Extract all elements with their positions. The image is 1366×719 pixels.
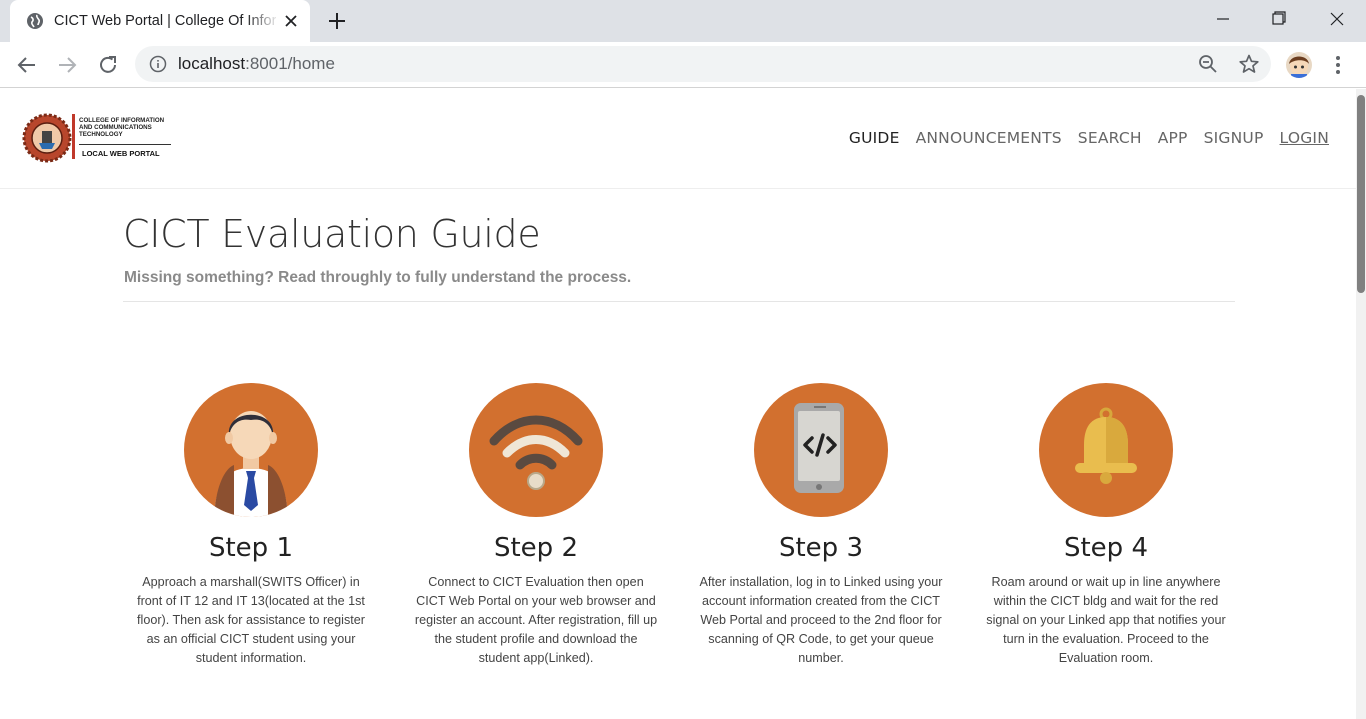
page-content: COLLEGE OF INFORMATION AND COMMUNICATION… bbox=[0, 89, 1356, 719]
scrollbar-thumb[interactable] bbox=[1357, 95, 1365, 293]
logo-text-portal: LOCAL WEB PORTAL bbox=[82, 149, 160, 158]
step-3-circle bbox=[754, 383, 888, 517]
bell-icon bbox=[1075, 407, 1137, 484]
nav-login[interactable]: LOGIN bbox=[1280, 129, 1329, 147]
profile-avatar[interactable] bbox=[1286, 52, 1312, 78]
step-card: Step 3 After installation, log in to Lin… bbox=[691, 383, 951, 668]
phone-code-icon bbox=[794, 403, 844, 493]
minimize-icon[interactable] bbox=[1208, 6, 1238, 32]
url-path: :8001/home bbox=[245, 54, 335, 73]
site-header: COLLEGE OF INFORMATION AND COMMUNICATION… bbox=[0, 89, 1356, 189]
nav-app[interactable]: APP bbox=[1158, 129, 1188, 147]
nav-announcements[interactable]: ANNOUNCEMENTS bbox=[916, 129, 1062, 147]
step-description: After installation, log in to Linked usi… bbox=[699, 575, 943, 665]
logo-text-college: COLLEGE OF INFORMATION AND COMMUNICATION… bbox=[79, 117, 165, 138]
step-card: Step 2 Connect to CICT Evaluation then o… bbox=[406, 383, 666, 668]
nav-search[interactable]: SEARCH bbox=[1078, 129, 1142, 147]
step-title: Step 3 bbox=[778, 533, 863, 563]
kebab-menu-icon[interactable] bbox=[1328, 54, 1348, 76]
step-description: Roam around or wait up in line anywhere … bbox=[986, 575, 1226, 665]
college-seal-icon bbox=[22, 113, 72, 163]
step-title: Step 4 bbox=[1063, 533, 1148, 563]
window-close-icon[interactable] bbox=[1322, 6, 1352, 32]
step-card: Step 1 Approach a marshall(SWITS Officer… bbox=[121, 383, 381, 668]
step-2-circle bbox=[469, 383, 603, 517]
globe-icon bbox=[27, 13, 43, 29]
restore-icon[interactable] bbox=[1264, 6, 1294, 32]
close-tab-icon[interactable] bbox=[282, 12, 300, 30]
browser-tab-bar: CICT Web Portal | College Of Information… bbox=[0, 0, 1366, 42]
step-title: Step 1 bbox=[208, 533, 293, 563]
info-icon[interactable] bbox=[149, 55, 167, 73]
reload-icon[interactable] bbox=[96, 53, 120, 77]
nav-guide[interactable]: GUIDE bbox=[849, 129, 900, 147]
page-scrollbar[interactable] bbox=[1356, 89, 1366, 719]
bookmark-star-icon[interactable] bbox=[1238, 53, 1260, 75]
step-card: Step 4 Roam around or wait up in line an… bbox=[976, 383, 1236, 668]
page-subtitle: Missing something? Read throughly to ful… bbox=[124, 269, 632, 286]
wifi-icon bbox=[489, 415, 583, 490]
back-arrow-icon[interactable] bbox=[15, 53, 39, 77]
forward-arrow-icon[interactable] bbox=[55, 53, 79, 77]
site-logo[interactable]: COLLEGE OF INFORMATION AND COMMUNICATION… bbox=[22, 113, 172, 163]
browser-toolbar: localhost:8001/home bbox=[0, 42, 1366, 88]
tab-title: CICT Web Portal | College Of Information… bbox=[54, 13, 276, 29]
url-host: localhost bbox=[178, 54, 246, 73]
divider bbox=[123, 301, 1235, 302]
main-nav: GUIDE ANNOUNCEMENTS SEARCH APP SIGNUP LO… bbox=[849, 129, 1329, 147]
step-1-circle bbox=[184, 383, 318, 517]
step-title: Step 2 bbox=[493, 533, 578, 563]
browser-tab[interactable]: CICT Web Portal | College Of Information… bbox=[10, 0, 310, 42]
step-description: Connect to CICT Evaluation then open CIC… bbox=[414, 575, 658, 665]
step-4-circle bbox=[1039, 383, 1173, 517]
url-text: localhost:8001/home bbox=[178, 55, 335, 73]
student-icon bbox=[214, 411, 288, 517]
page-title: CICT Evaluation Guide bbox=[123, 212, 541, 256]
address-bar[interactable]: localhost:8001/home bbox=[135, 46, 1271, 82]
new-tab-icon[interactable] bbox=[326, 10, 348, 32]
zoom-out-icon[interactable] bbox=[1198, 54, 1218, 74]
step-description: Approach a marshall(SWITS Officer) in fr… bbox=[137, 575, 365, 665]
nav-signup[interactable]: SIGNUP bbox=[1204, 129, 1264, 147]
